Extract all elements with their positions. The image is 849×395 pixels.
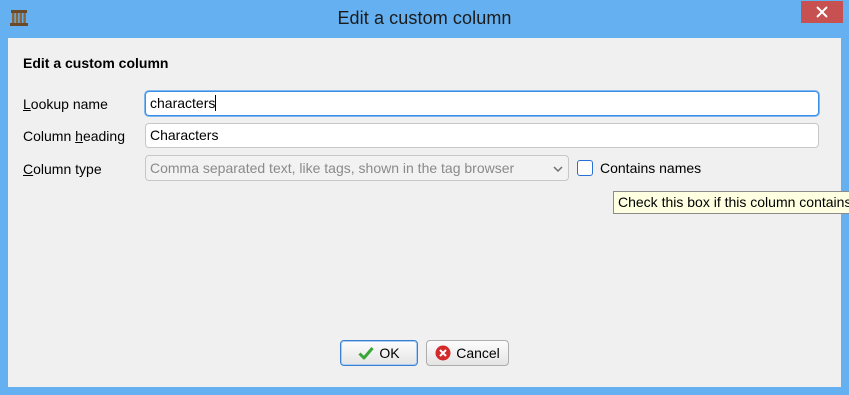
title-bar[interactable]: Edit a custom column: [0, 0, 849, 38]
cancel-button[interactable]: Cancel: [426, 340, 509, 366]
column-heading-label-pre: Column: [23, 128, 76, 144]
dialog-window: Edit a custom column Edit a custom colum…: [0, 0, 849, 395]
column-type-label-text: olumn type: [33, 161, 102, 177]
column-heading-accesskey: h: [75, 128, 83, 144]
ok-button[interactable]: OK: [340, 340, 418, 366]
form-heading: Edit a custom column: [23, 55, 169, 71]
column-type-label: Column type: [23, 161, 102, 177]
dialog-body: Edit a custom column Lookup name charact…: [8, 38, 849, 387]
text-caret: [215, 95, 217, 111]
column-heading-label: Column heading: [23, 128, 125, 144]
cancel-button-label: Cancel: [456, 345, 500, 361]
checkmark-icon: [358, 347, 375, 360]
lookup-name-label: Lookup name: [23, 96, 108, 112]
ok-button-label: OK: [379, 345, 400, 361]
lookup-name-input[interactable]: characters: [145, 91, 819, 116]
window-title: Edit a custom column: [337, 8, 512, 28]
column-heading-input[interactable]: Characters: [145, 123, 819, 148]
chevron-down-icon: [553, 166, 563, 173]
contains-names-checkbox[interactable]: [577, 160, 593, 176]
column-type-select[interactable]: Comma separated text, like tags, shown i…: [145, 155, 569, 181]
lookup-name-value: characters: [150, 95, 216, 111]
column-heading-label-post: eading: [82, 128, 125, 144]
lookup-name-label-text: ookup name: [30, 96, 108, 112]
tooltip: Check this box if this column contains n…: [613, 191, 849, 214]
close-button[interactable]: [801, 1, 843, 23]
contains-names-label[interactable]: Contains names: [600, 160, 701, 176]
column-type-accesskey: C: [23, 161, 34, 177]
column-heading-value: Characters: [150, 127, 219, 143]
cancel-icon: [435, 345, 451, 361]
lookup-name-accesskey: L: [23, 96, 31, 112]
column-type-value: Comma separated text, like tags, shown i…: [150, 160, 515, 176]
close-icon: [816, 6, 828, 18]
